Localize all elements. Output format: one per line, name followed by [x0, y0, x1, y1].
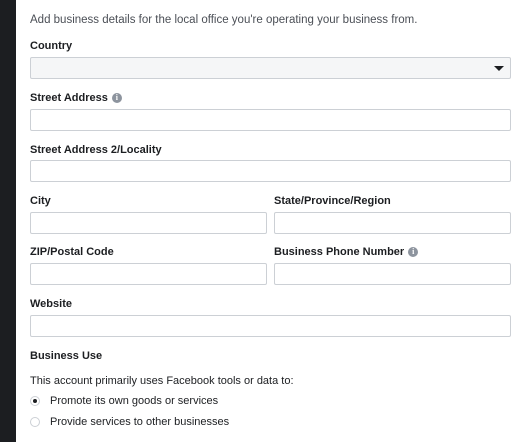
street-address-2-label: Street Address 2/Locality [30, 144, 162, 156]
website-input[interactable] [30, 315, 511, 337]
state-input[interactable] [274, 212, 511, 234]
radio-option-label: Provide services to other businesses [50, 416, 230, 428]
zip-input[interactable] [30, 263, 267, 285]
website-label: Website [30, 298, 72, 310]
country-label: Country [30, 40, 72, 52]
phone-label: Business Phone Number i [274, 246, 419, 258]
zip-label-text: ZIP/Postal Code [30, 246, 114, 258]
country-select[interactable] [30, 57, 511, 79]
state-label: State/Province/Region [274, 195, 391, 207]
business-use-title: Business Use [30, 350, 103, 362]
street-address-2-label-text: Street Address 2/Locality [30, 144, 162, 156]
info-icon[interactable]: i [408, 247, 419, 257]
phone-label-text: Business Phone Number [274, 246, 405, 258]
radio-button[interactable] [30, 417, 40, 427]
city-label-text: City [30, 195, 51, 207]
website-label-text: Website [30, 298, 72, 310]
phone-input[interactable] [274, 263, 511, 285]
business-use-label: Business Use [30, 350, 102, 362]
info-icon[interactable]: i [111, 93, 122, 103]
business-details-form: Add business details for the local offic… [16, 0, 530, 442]
business-use-question: This account primarily uses Facebook too… [30, 375, 294, 387]
city-input[interactable] [30, 212, 267, 234]
chevron-down-icon [494, 66, 504, 71]
street-address-label-text: Street Address [30, 92, 108, 104]
radio-option-provide[interactable]: Provide services to other businesses [30, 416, 229, 428]
state-label-text: State/Province/Region [274, 195, 391, 207]
intro-text: Add business details for the local offic… [30, 14, 418, 26]
zip-label: ZIP/Postal Code [30, 246, 114, 258]
radio-button-selected[interactable] [30, 396, 40, 406]
radio-option-label: Promote its own goods or services [50, 395, 219, 407]
country-label-text: Country [30, 40, 73, 52]
street-address-input[interactable] [30, 109, 511, 131]
street-address-label: Street Address i [30, 92, 122, 104]
city-label: City [30, 195, 51, 207]
street-address-2-input[interactable] [30, 160, 511, 182]
radio-option-promote[interactable]: Promote its own goods or services [30, 395, 218, 407]
